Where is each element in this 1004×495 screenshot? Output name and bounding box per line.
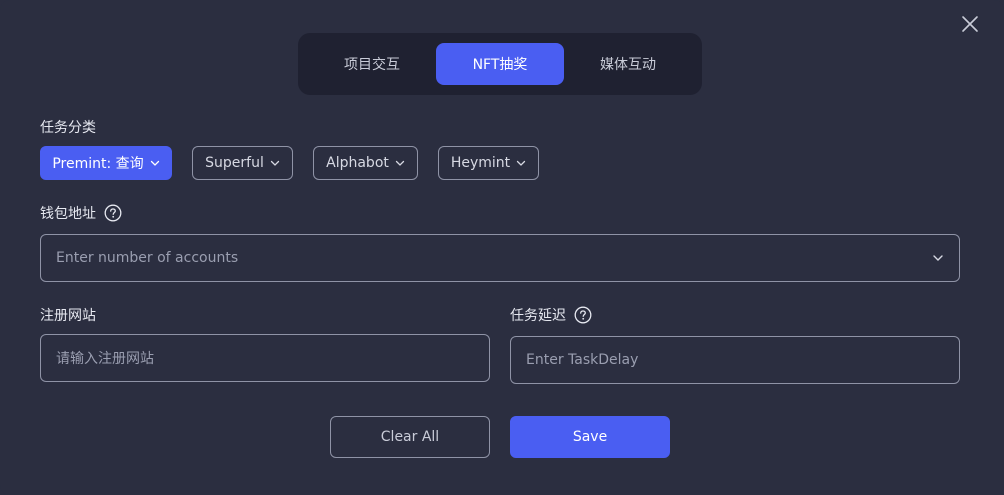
chip-superful-label: Superful [205,155,264,171]
close-button[interactable] [958,12,982,36]
chevron-down-icon [150,160,159,166]
wallet-address-select[interactable]: Enter number of accounts [40,234,960,282]
tab-bar: 项目交互 NFT抽奖 媒体互动 [298,33,702,95]
chevron-down-icon [517,160,526,166]
tab-media-interaction[interactable]: 媒体互动 [564,43,692,85]
task-delay-label-text: 任务延迟 [510,308,566,324]
clear-all-button[interactable]: Clear All [330,416,490,458]
tab-project-interaction[interactable]: 项目交互 [308,43,436,85]
register-site-label-text: 注册网站 [40,308,96,324]
register-site-label: 注册网站 [40,305,96,325]
task-delay-label: 任务延迟 [510,305,592,325]
help-icon[interactable] [104,204,122,222]
task-category-label-text: 任务分类 [40,120,96,136]
task-modal: 项目交互 NFT抽奖 媒体互动 任务分类 Premint: 查询 Superfu… [0,0,1004,495]
chip-superful[interactable]: Superful [192,146,293,180]
task-delay-input[interactable]: Enter TaskDelay [510,336,960,384]
chip-premint-label: Premint: 查询 [52,156,144,172]
chevron-down-icon [395,160,405,166]
chip-heymint-label: Heymint [450,155,511,171]
chip-alphabot-label: Alphabot [326,155,389,171]
save-button[interactable]: Save [510,416,670,458]
task-category-label: 任务分类 [40,117,96,137]
help-icon[interactable] [574,306,592,324]
wallet-address-placeholder: Enter number of accounts [56,250,239,266]
chip-alphabot[interactable]: Alphabot [313,146,418,180]
chevron-down-icon [932,252,944,264]
close-icon [962,16,978,32]
chip-premint[interactable]: Premint: 查询 [40,146,172,180]
wallet-address-label-text: 钱包地址 [40,206,96,222]
task-delay-placeholder: Enter TaskDelay [526,352,639,368]
register-site-placeholder: 请输入注册网站 [56,351,154,367]
register-site-input[interactable]: 请输入注册网站 [40,334,490,382]
wallet-address-label: 钱包地址 [40,203,122,223]
tab-nft-raffle[interactable]: NFT抽奖 [436,43,564,85]
chevron-down-icon [270,160,280,166]
chip-heymint[interactable]: Heymint [438,146,539,180]
